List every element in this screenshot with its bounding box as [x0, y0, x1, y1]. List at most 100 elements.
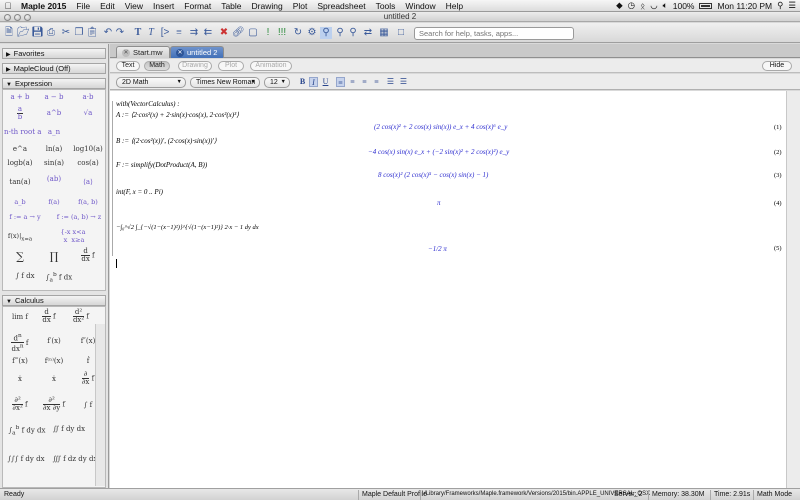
palette-cell[interactable]: f‴(x): [4, 357, 36, 365]
hide-markers-icon[interactable]: ▢: [247, 27, 259, 39]
palette-favorites-header[interactable]: ▶ Favorites: [2, 48, 106, 59]
math-input[interactable]: B := ⟨(2·cos²(x))′, (2·cos(x)·sin(x))′⟩: [116, 137, 217, 145]
italic-button[interactable]: I: [309, 77, 318, 87]
palette-cell[interactable]: dn dxn f: [4, 333, 36, 353]
palette-cell[interactable]: a_n: [38, 128, 70, 136]
math-mode-button[interactable]: Math: [144, 61, 170, 71]
palette-cell[interactable]: a^b: [38, 109, 70, 117]
execute-icon[interactable]: !: [262, 27, 274, 39]
palette-cell[interactable]: tan(a): [4, 178, 36, 186]
menu-insert[interactable]: Insert: [148, 1, 179, 11]
math-input[interactable]: with(VectorCalculus) :: [116, 100, 180, 108]
menu-table[interactable]: Table: [216, 1, 246, 11]
align-left-icon[interactable]: ≡: [336, 77, 345, 87]
palette-cell[interactable]: f := (a, b) → z: [51, 213, 107, 221]
restart-icon[interactable]: ↻: [292, 27, 304, 39]
menu-spreadsheet[interactable]: Spreadsheet: [312, 1, 370, 11]
align-center-icon[interactable]: ≡: [348, 77, 357, 87]
drawing-mode-button[interactable]: Drawing: [178, 61, 212, 71]
palette-cell[interactable]: ∫∫∫ f dy dx: [1, 455, 51, 463]
palette-cell[interactable]: {-x x<a x x≥a: [43, 228, 103, 244]
notification-center-icon[interactable]: ☰: [788, 0, 796, 11]
math-input[interactable]: int(F, x = 0 .. Pi): [116, 188, 163, 196]
palette-calculus-header[interactable]: ▼ Calculus: [2, 295, 106, 306]
battery-percent[interactable]: 100%: [673, 1, 695, 11]
palette-cell[interactable]: ∏: [38, 250, 70, 263]
numbered-list-icon[interactable]: ☰: [386, 77, 395, 87]
battery-icon[interactable]: [699, 2, 713, 9]
plot-mode-button[interactable]: Plot: [218, 61, 244, 71]
save-icon[interactable]: 💾︎: [31, 27, 44, 39]
map-icon[interactable]: ⇄: [362, 27, 374, 39]
palette-cell[interactable]: ⟨a⟩: [72, 178, 104, 186]
tab-close-icon[interactable]: ✕: [176, 49, 184, 58]
palette-cell[interactable]: ẋ: [38, 375, 70, 383]
style-select[interactable]: 2D Math ▼: [116, 77, 186, 88]
palette-cell[interactable]: ẋ: [4, 375, 36, 383]
palette-cell[interactable]: f(x)|x=a: [4, 232, 36, 242]
time-machine-icon[interactable]: ◷: [628, 0, 635, 11]
underline-button[interactable]: U: [321, 77, 330, 87]
palette-cell[interactable]: e^a: [4, 145, 36, 153]
palette-cell[interactable]: n-th root a: [4, 128, 41, 136]
palette-cell[interactable]: a + b: [4, 93, 36, 101]
math-input[interactable]: A := ⟨2·cos²(x) + 2·sin(x)·cos(x), 2·cos…: [116, 111, 239, 119]
bluetooth-icon[interactable]: ᛟ: [640, 1, 645, 11]
clock[interactable]: Mon 11:20 PM: [717, 1, 772, 11]
execute-all-icon[interactable]: !!!: [276, 27, 288, 39]
wifi-icon[interactable]: ◡: [650, 0, 657, 11]
hide-button[interactable]: Hide: [762, 61, 792, 71]
tab-close-icon[interactable]: ✕: [122, 49, 130, 58]
palette-cell[interactable]: log10(a): [72, 145, 104, 153]
menu-format[interactable]: Format: [179, 1, 216, 11]
palette-cell[interactable]: (ab): [38, 175, 70, 183]
palette-cell[interactable]: f⁽ⁿ⁾(x): [38, 357, 70, 365]
palette-cell[interactable]: ∑: [4, 250, 36, 263]
menu-plot[interactable]: Plot: [288, 1, 313, 11]
palette-cell[interactable]: a·b: [72, 93, 104, 101]
palette-cell[interactable]: d dx f: [33, 309, 65, 324]
stop-icon[interactable]: ✖: [218, 27, 230, 39]
worksheet-scrollbar[interactable]: [786, 91, 800, 488]
palette-cell[interactable]: logb(a): [4, 159, 36, 167]
math-input[interactable]: F := simplify(DotProduct(A, B)): [116, 161, 207, 169]
palette-cell[interactable]: ∂² ∂x² f: [4, 397, 36, 412]
text-mode-button[interactable]: Text: [116, 61, 140, 71]
palette-cell[interactable]: d² dx² f: [65, 309, 97, 324]
volume-icon[interactable]: 🔈︎: [663, 0, 668, 11]
palette-cell[interactable]: ∫ f dx: [9, 272, 41, 280]
palette-cell[interactable]: lim f: [4, 313, 36, 321]
new-document-icon[interactable]: 🗎︎: [3, 27, 15, 39]
debug-icon[interactable]: ⚙: [306, 27, 318, 39]
zoom-in-icon[interactable]: ⚲: [334, 27, 346, 39]
zoom-out-icon[interactable]: ⚲: [347, 27, 359, 39]
menu-help[interactable]: Help: [441, 1, 468, 11]
math-input[interactable]: −∫₀^√2 ∫_{−√(1−(x−1)²)}^{√(1−(x−1)²)} 2·…: [116, 224, 259, 231]
align-right-icon[interactable]: ≡: [360, 77, 369, 87]
indent-icon[interactable]: ⇉: [188, 27, 200, 39]
justify-icon[interactable]: ≡: [372, 77, 381, 87]
help-icon[interactable]: □: [395, 27, 407, 39]
menu-window[interactable]: Window: [400, 1, 440, 11]
link-icon[interactable]: 🔗︎: [232, 27, 245, 39]
menu-drawing[interactable]: Drawing: [247, 1, 288, 11]
apple-icon[interactable]: : [0, 1, 16, 11]
paste-icon[interactable]: 📋︎: [86, 27, 99, 39]
bold-button[interactable]: B: [298, 77, 307, 87]
execution-group-icon[interactable]: [>: [159, 27, 171, 39]
undo-icon[interactable]: ↶: [102, 27, 114, 39]
insert-text-icon[interactable]: T: [132, 27, 144, 39]
grid-icon[interactable]: ▦: [378, 27, 390, 39]
tab-untitled-2[interactable]: ✕ untitled 2: [170, 46, 225, 58]
section-icon[interactable]: ≡: [173, 27, 185, 39]
bullet-list-icon[interactable]: ☰: [399, 77, 408, 87]
menu-edit[interactable]: Edit: [95, 1, 120, 11]
palette-scrollbar[interactable]: [95, 324, 105, 486]
palette-cell[interactable]: ∂² ∂x ∂y f: [38, 397, 70, 412]
palette-cell[interactable]: ∬ f dy dx: [49, 425, 89, 433]
help-search-input[interactable]: [414, 27, 574, 40]
palette-cell[interactable]: f′(x): [38, 337, 70, 345]
palette-cell[interactable]: sin(a): [38, 159, 70, 167]
palette-cell[interactable]: f := a → y: [1, 213, 49, 221]
palette-cell[interactable]: cos(a): [72, 159, 104, 167]
